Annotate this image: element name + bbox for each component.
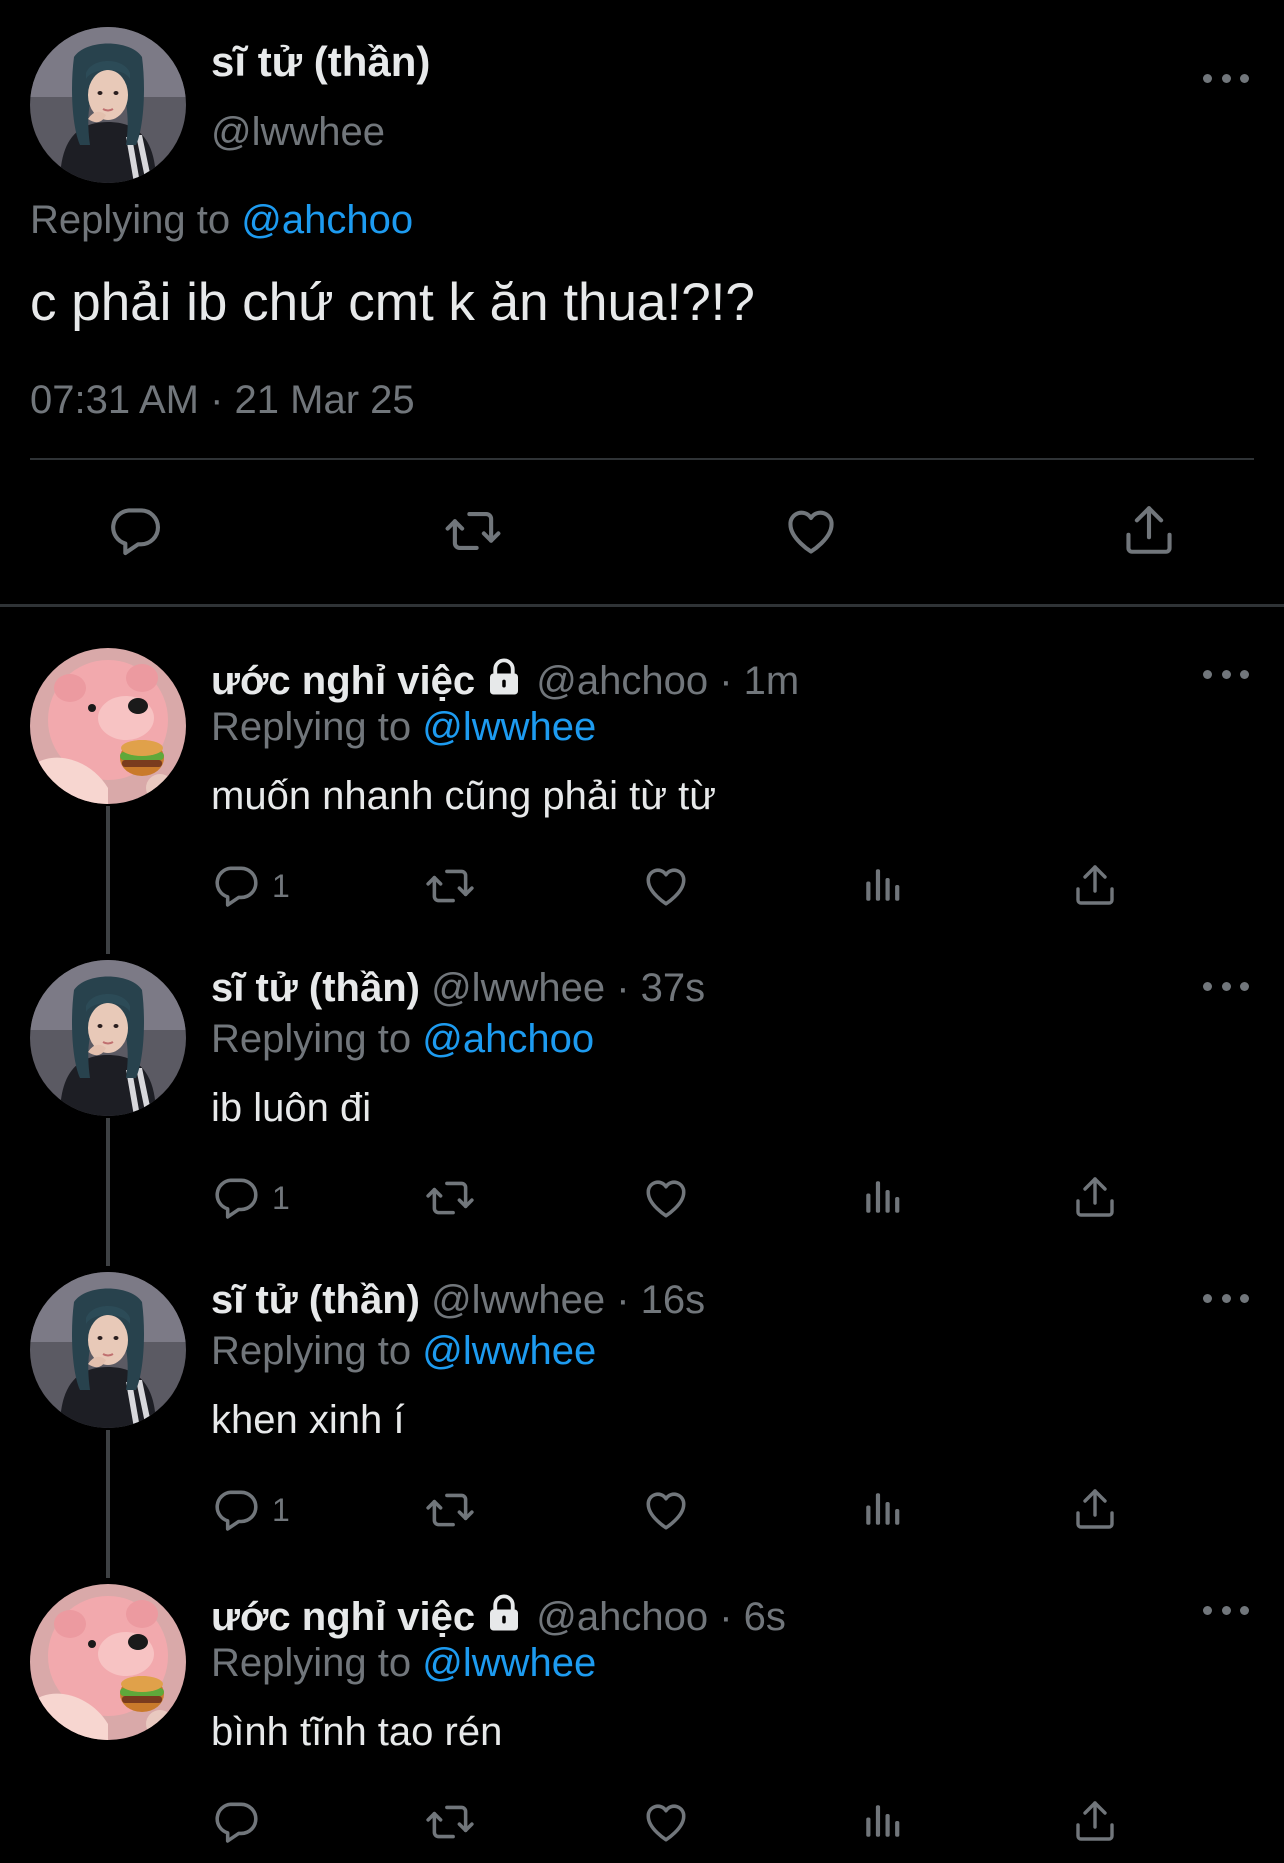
display-name[interactable]: ước nghỉ việc: [211, 659, 475, 703]
retweet-icon[interactable]: [422, 1485, 478, 1535]
thread-line: [106, 1118, 110, 1266]
heart-icon[interactable]: [641, 1797, 691, 1847]
mention-link[interactable]: @ahchoo: [422, 1017, 594, 1061]
tweet-text: ib luôn đi: [211, 1086, 372, 1130]
section-divider: [0, 604, 1284, 607]
reply-count: 1: [272, 1492, 290, 1528]
reply-icon[interactable]: [106, 502, 164, 560]
mention-link[interactable]: @lwwhee: [422, 1641, 596, 1685]
more-icon[interactable]: [1203, 664, 1249, 684]
heart-icon[interactable]: [641, 861, 691, 911]
views-icon[interactable]: [861, 1486, 903, 1532]
thread-line: [106, 1430, 110, 1578]
user-handle[interactable]: @lwwhee: [431, 1278, 605, 1322]
avatar[interactable]: [30, 1584, 186, 1740]
tweet-header: ước nghỉ việc @ahchoo · 1m: [211, 656, 799, 704]
meta-separator: ·: [605, 966, 641, 1010]
tweet-text: c phải ib chứ cmt k ăn thua!?!?: [30, 273, 755, 332]
replying-to: Replying to @lwwhee: [211, 705, 596, 750]
meta-separator: ·: [605, 1278, 641, 1322]
replying-to: Replying to @lwwhee: [211, 1329, 596, 1374]
share-icon[interactable]: [1071, 1172, 1119, 1222]
replying-prefix: Replying to: [211, 1329, 423, 1373]
more-icon[interactable]: [1203, 976, 1249, 996]
display-name[interactable]: sĩ tử (thần): [211, 1278, 420, 1322]
lock-icon: [483, 1592, 525, 1634]
views-icon[interactable]: [861, 1798, 903, 1844]
meta-separator: ·: [708, 1595, 744, 1639]
tweet-timestamp[interactable]: 07:31 AM · 21 Mar 25: [30, 378, 415, 423]
replying-prefix: Replying to: [30, 198, 242, 242]
replying-prefix: Replying to: [211, 1017, 423, 1061]
avatar[interactable]: [30, 27, 186, 183]
views-icon[interactable]: [861, 1174, 903, 1220]
mention-link[interactable]: @lwwhee: [422, 1329, 596, 1373]
reply-icon[interactable]: [211, 1173, 261, 1223]
tweet-time[interactable]: 16s: [641, 1278, 706, 1322]
replying-to: Replying to @ahchoo: [30, 198, 413, 243]
display-name[interactable]: sĩ tử (thần): [211, 966, 420, 1010]
retweet-icon[interactable]: [422, 861, 478, 911]
reply-count: 1: [272, 868, 290, 904]
share-icon[interactable]: [1120, 500, 1178, 560]
meta-separator: ·: [708, 659, 744, 703]
user-handle[interactable]: @lwwhee: [211, 110, 385, 155]
replying-to: Replying to @lwwhee: [211, 1641, 596, 1686]
heart-icon[interactable]: [641, 1173, 691, 1223]
tweet-time[interactable]: 6s: [744, 1595, 786, 1639]
reply-icon[interactable]: [211, 861, 261, 911]
retweet-icon[interactable]: [422, 1797, 478, 1847]
divider: [30, 458, 1254, 460]
user-handle[interactable]: @ahchoo: [536, 1595, 708, 1639]
tweet-text: muốn nhanh cũng phải từ từ: [211, 774, 716, 818]
mention-link[interactable]: @lwwhee: [422, 705, 596, 749]
user-handle[interactable]: @lwwhee: [431, 966, 605, 1010]
tweet-text: bình tĩnh tao rén: [211, 1710, 503, 1754]
lock-icon: [483, 656, 525, 698]
share-icon[interactable]: [1071, 1796, 1119, 1846]
tweet-time[interactable]: 37s: [641, 966, 706, 1010]
tweet-header: sĩ tử (thần) @lwwhee · 37s: [211, 966, 705, 1011]
user-handle[interactable]: @ahchoo: [536, 659, 708, 703]
tweet-header: ước nghỉ việc @ahchoo · 6s: [211, 1592, 786, 1640]
reply-count: 1: [272, 1180, 290, 1216]
retweet-icon[interactable]: [422, 1173, 478, 1223]
reply-icon[interactable]: [211, 1485, 261, 1535]
tweet-text: khen xinh í: [211, 1398, 405, 1442]
tweet-time[interactable]: 1m: [744, 659, 800, 703]
share-icon[interactable]: [1071, 1484, 1119, 1534]
display-name[interactable]: sĩ tử (thần): [211, 38, 430, 86]
replying-to: Replying to @ahchoo: [211, 1017, 594, 1062]
replying-prefix: Replying to: [211, 1641, 423, 1685]
more-icon[interactable]: [1203, 1288, 1249, 1308]
heart-icon[interactable]: [781, 502, 841, 560]
reply-icon[interactable]: [211, 1797, 261, 1847]
share-icon[interactable]: [1071, 860, 1119, 910]
avatar[interactable]: [30, 960, 186, 1116]
more-icon[interactable]: [1203, 1600, 1249, 1620]
avatar[interactable]: [30, 648, 186, 804]
views-icon[interactable]: [861, 862, 903, 908]
thread-line: [106, 806, 110, 954]
tweet-header: sĩ tử (thần) @lwwhee · 16s: [211, 1278, 705, 1323]
display-name[interactable]: ước nghỉ việc: [211, 1595, 475, 1639]
more-icon[interactable]: [1203, 68, 1249, 88]
mention-link[interactable]: @ahchoo: [241, 198, 413, 242]
replying-prefix: Replying to: [211, 705, 423, 749]
avatar[interactable]: [30, 1272, 186, 1428]
heart-icon[interactable]: [641, 1485, 691, 1535]
retweet-icon[interactable]: [440, 502, 506, 560]
